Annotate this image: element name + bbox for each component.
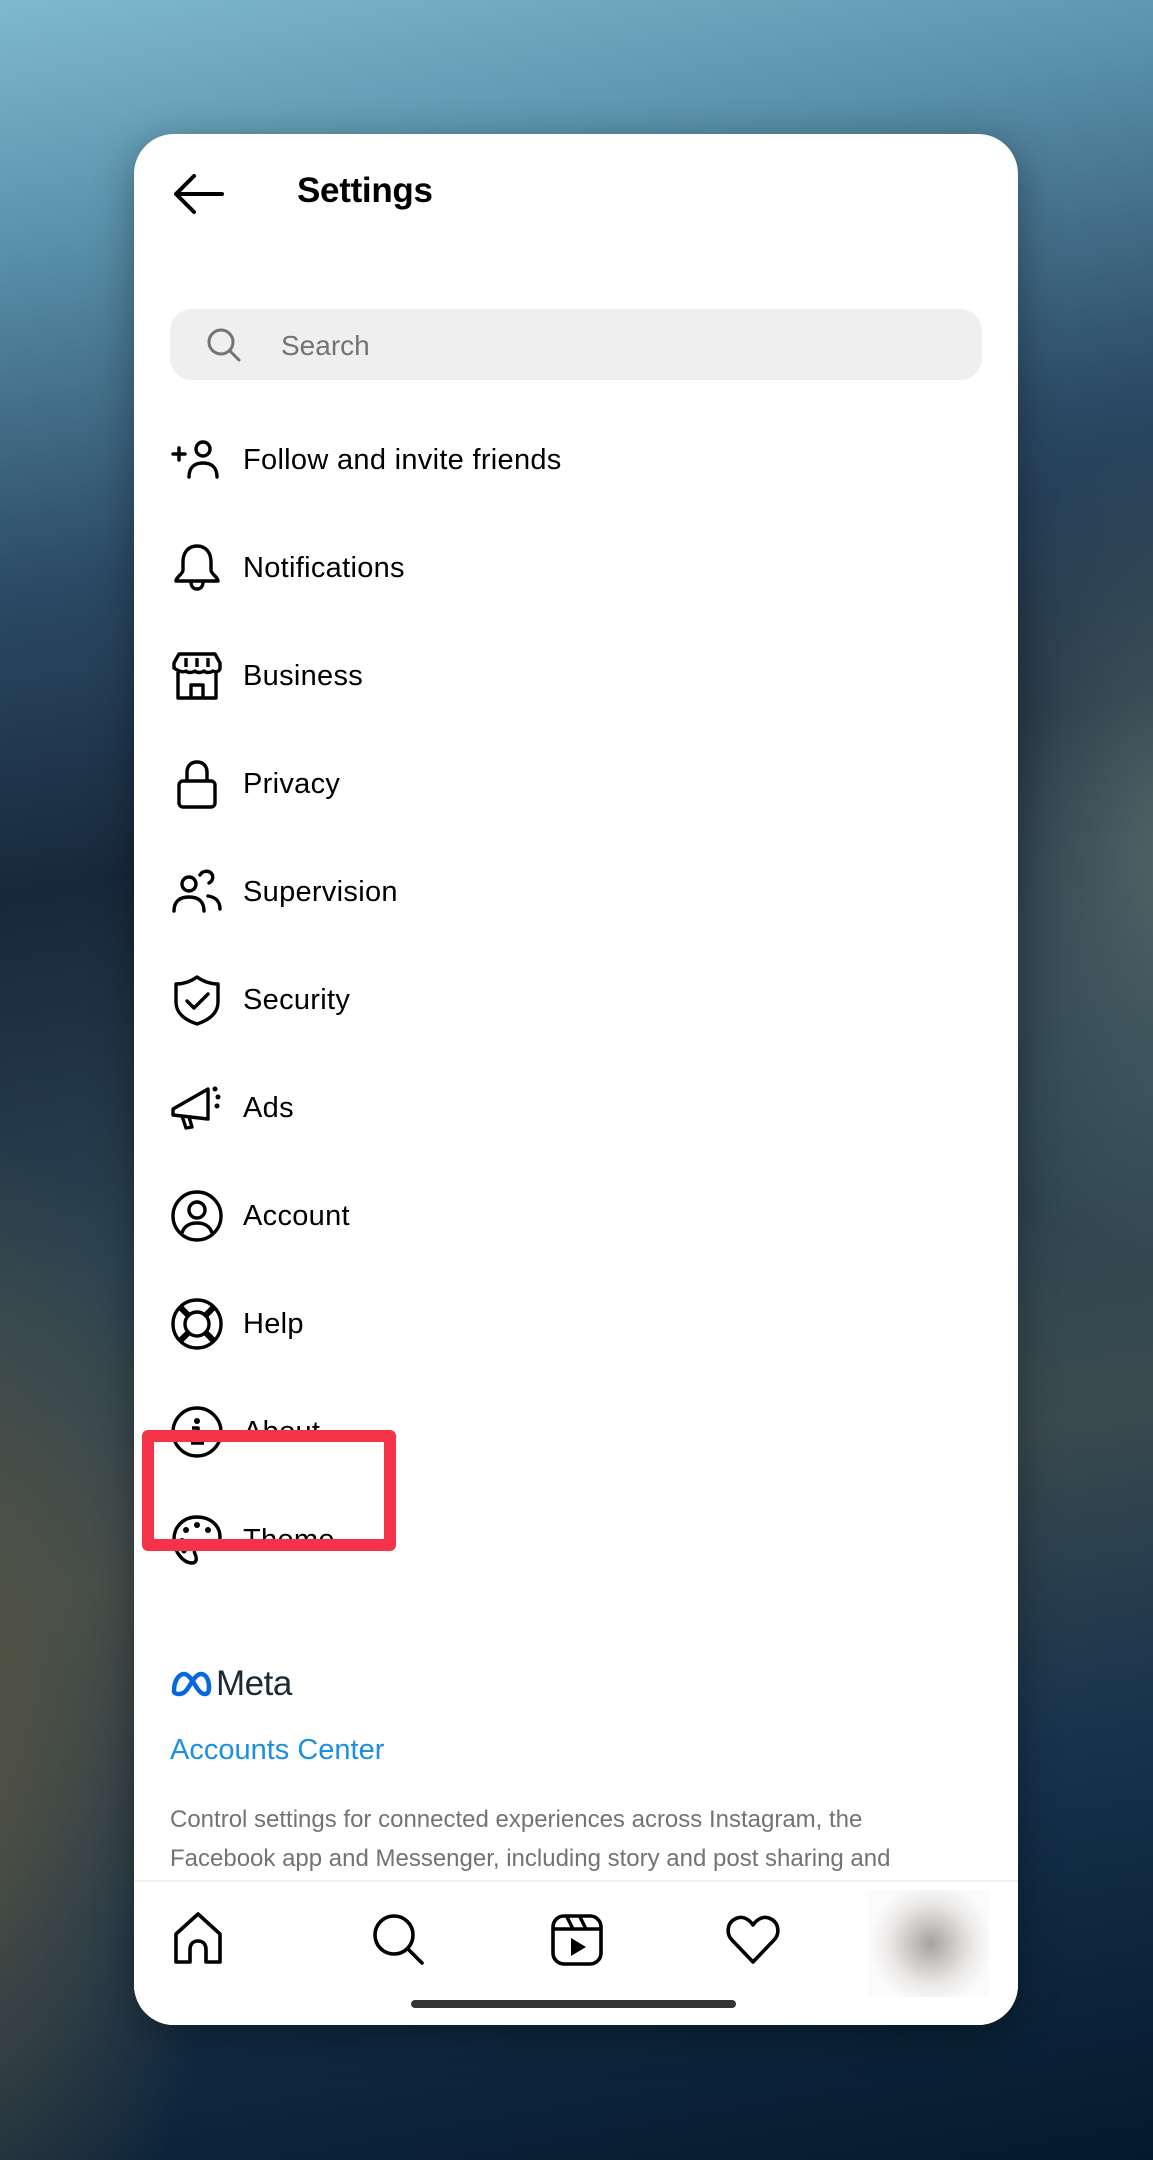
- search-bar[interactable]: [170, 309, 982, 382]
- info-icon: [170, 1405, 224, 1459]
- lifebuoy-icon: [170, 1297, 224, 1351]
- menu-item-about[interactable]: About: [134, 1378, 1018, 1486]
- meta-infinity-icon: [171, 1671, 212, 1697]
- menu-item-business[interactable]: Business: [134, 622, 1018, 730]
- meta-logo: Meta: [170, 1664, 292, 1703]
- settings-menu: Follow and invite friends Notifications …: [134, 406, 1018, 1594]
- menu-item-notifications[interactable]: Notifications: [134, 514, 1018, 622]
- lock-icon: [170, 757, 224, 811]
- menu-item-label: Business: [243, 659, 364, 692]
- shield-check-icon: [170, 973, 224, 1027]
- home-indicator: [411, 2000, 736, 2008]
- reels-icon: [551, 1914, 603, 1966]
- menu-item-account[interactable]: Account: [134, 1162, 1018, 1270]
- settings-panel: Settings Follow and invite friends Noti: [134, 134, 1018, 2025]
- menu-item-label: Help: [243, 1307, 304, 1340]
- menu-item-theme[interactable]: Theme: [134, 1486, 1018, 1594]
- nav-profile-avatar[interactable]: [868, 1890, 989, 1997]
- accounts-center-description: Control settings for connected experienc…: [170, 1806, 891, 1872]
- menu-item-label: Notifications: [243, 551, 405, 584]
- nav-home-button[interactable]: [168, 1910, 228, 1970]
- add-person-icon: [170, 433, 224, 487]
- menu-item-label: Theme: [243, 1523, 335, 1556]
- menu-item-label: Account: [243, 1199, 350, 1232]
- accounts-center-link[interactable]: Accounts Center: [170, 1734, 384, 1767]
- menu-item-supervision[interactable]: Supervision: [134, 838, 1018, 946]
- menu-item-label: Supervision: [243, 875, 398, 908]
- meta-brand-text: Meta: [216, 1664, 292, 1703]
- people-icon: [170, 865, 224, 919]
- menu-item-label: About: [243, 1415, 321, 1448]
- menu-item-label: Follow and invite friends: [243, 443, 562, 476]
- back-button[interactable]: [170, 172, 226, 216]
- palette-icon: [170, 1513, 224, 1567]
- menu-item-security[interactable]: Security: [134, 946, 1018, 1054]
- menu-item-label: Ads: [243, 1091, 294, 1124]
- search-icon: [207, 328, 241, 362]
- heart-icon: [726, 1915, 780, 1964]
- nav-search-button[interactable]: [369, 1910, 429, 1970]
- menu-item-label: Security: [243, 983, 351, 1016]
- user-circle-icon: [170, 1189, 224, 1243]
- nav-reels-button[interactable]: [547, 1910, 607, 1970]
- search-input[interactable]: [279, 309, 963, 382]
- menu-item-help[interactable]: Help: [134, 1270, 1018, 1378]
- menu-item-follow-and-invite-friends[interactable]: Follow and invite friends: [134, 406, 1018, 514]
- home-icon: [174, 1912, 222, 1964]
- arrow-left-icon: [174, 174, 224, 214]
- menu-item-label: Privacy: [243, 767, 341, 800]
- header: Settings: [134, 134, 1018, 254]
- storefront-icon: [170, 649, 224, 703]
- menu-item-ads[interactable]: Ads: [134, 1054, 1018, 1162]
- menu-item-privacy[interactable]: Privacy: [134, 730, 1018, 838]
- page-title: Settings: [297, 171, 433, 210]
- nav-activity-button[interactable]: [723, 1910, 783, 1970]
- bell-icon: [170, 541, 224, 595]
- search-icon: [373, 1914, 424, 1965]
- megaphone-icon: [170, 1081, 224, 1135]
